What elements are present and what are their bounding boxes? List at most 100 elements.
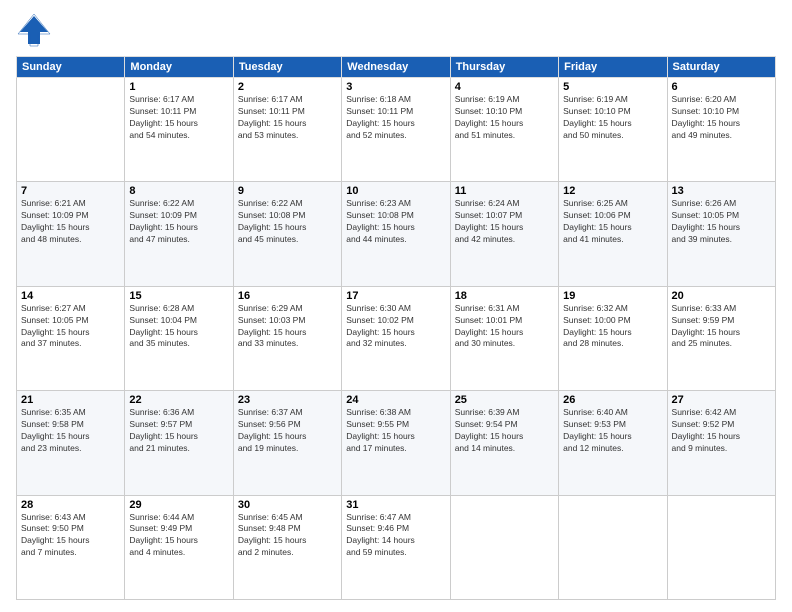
day-info: Sunrise: 6:20 AM Sunset: 10:10 PM Daylig… [672, 94, 771, 142]
calendar-cell: 3Sunrise: 6:18 AM Sunset: 10:11 PM Dayli… [342, 78, 450, 182]
day-info: Sunrise: 6:17 AM Sunset: 10:11 PM Daylig… [129, 94, 228, 142]
day-number: 18 [455, 290, 554, 302]
day-info: Sunrise: 6:43 AM Sunset: 9:50 PM Dayligh… [21, 512, 120, 560]
logo [16, 12, 56, 48]
day-number: 2 [238, 81, 337, 93]
day-info: Sunrise: 6:23 AM Sunset: 10:08 PM Daylig… [346, 198, 445, 246]
day-info: Sunrise: 6:25 AM Sunset: 10:06 PM Daylig… [563, 198, 662, 246]
day-number: 11 [455, 185, 554, 197]
day-number: 20 [672, 290, 771, 302]
day-number: 6 [672, 81, 771, 93]
calendar-cell: 29Sunrise: 6:44 AM Sunset: 9:49 PM Dayli… [125, 495, 233, 599]
calendar-week-row: 28Sunrise: 6:43 AM Sunset: 9:50 PM Dayli… [17, 495, 776, 599]
calendar-cell: 28Sunrise: 6:43 AM Sunset: 9:50 PM Dayli… [17, 495, 125, 599]
day-number: 9 [238, 185, 337, 197]
calendar-week-row: 21Sunrise: 6:35 AM Sunset: 9:58 PM Dayli… [17, 391, 776, 495]
day-number: 22 [129, 394, 228, 406]
day-info: Sunrise: 6:37 AM Sunset: 9:56 PM Dayligh… [238, 407, 337, 455]
day-info: Sunrise: 6:33 AM Sunset: 9:59 PM Dayligh… [672, 303, 771, 351]
calendar-cell: 27Sunrise: 6:42 AM Sunset: 9:52 PM Dayli… [667, 391, 775, 495]
weekday-header-monday: Monday [125, 57, 233, 78]
weekday-header-saturday: Saturday [667, 57, 775, 78]
day-number: 7 [21, 185, 120, 197]
day-number: 1 [129, 81, 228, 93]
calendar-cell: 8Sunrise: 6:22 AM Sunset: 10:09 PM Dayli… [125, 182, 233, 286]
calendar-page: SundayMondayTuesdayWednesdayThursdayFrid… [0, 0, 792, 612]
day-info: Sunrise: 6:40 AM Sunset: 9:53 PM Dayligh… [563, 407, 662, 455]
day-number: 25 [455, 394, 554, 406]
calendar-cell: 10Sunrise: 6:23 AM Sunset: 10:08 PM Dayl… [342, 182, 450, 286]
day-number: 21 [21, 394, 120, 406]
day-number: 5 [563, 81, 662, 93]
weekday-header-tuesday: Tuesday [233, 57, 341, 78]
day-info: Sunrise: 6:21 AM Sunset: 10:09 PM Daylig… [21, 198, 120, 246]
calendar-cell: 1Sunrise: 6:17 AM Sunset: 10:11 PM Dayli… [125, 78, 233, 182]
day-number: 24 [346, 394, 445, 406]
calendar-cell: 20Sunrise: 6:33 AM Sunset: 9:59 PM Dayli… [667, 286, 775, 390]
calendar-cell: 30Sunrise: 6:45 AM Sunset: 9:48 PM Dayli… [233, 495, 341, 599]
day-info: Sunrise: 6:22 AM Sunset: 10:09 PM Daylig… [129, 198, 228, 246]
calendar-cell: 11Sunrise: 6:24 AM Sunset: 10:07 PM Dayl… [450, 182, 558, 286]
calendar-cell: 9Sunrise: 6:22 AM Sunset: 10:08 PM Dayli… [233, 182, 341, 286]
day-number: 10 [346, 185, 445, 197]
day-info: Sunrise: 6:47 AM Sunset: 9:46 PM Dayligh… [346, 512, 445, 560]
day-info: Sunrise: 6:39 AM Sunset: 9:54 PM Dayligh… [455, 407, 554, 455]
calendar-header-row: SundayMondayTuesdayWednesdayThursdayFrid… [17, 57, 776, 78]
calendar-cell [17, 78, 125, 182]
calendar-cell: 6Sunrise: 6:20 AM Sunset: 10:10 PM Dayli… [667, 78, 775, 182]
day-number: 29 [129, 499, 228, 511]
calendar-cell: 5Sunrise: 6:19 AM Sunset: 10:10 PM Dayli… [559, 78, 667, 182]
calendar-cell [667, 495, 775, 599]
calendar-cell: 16Sunrise: 6:29 AM Sunset: 10:03 PM Dayl… [233, 286, 341, 390]
calendar-cell [559, 495, 667, 599]
day-number: 26 [563, 394, 662, 406]
logo-icon [16, 12, 52, 48]
day-number: 28 [21, 499, 120, 511]
calendar-cell: 13Sunrise: 6:26 AM Sunset: 10:05 PM Dayl… [667, 182, 775, 286]
day-number: 30 [238, 499, 337, 511]
day-info: Sunrise: 6:42 AM Sunset: 9:52 PM Dayligh… [672, 407, 771, 455]
day-info: Sunrise: 6:31 AM Sunset: 10:01 PM Daylig… [455, 303, 554, 351]
day-number: 4 [455, 81, 554, 93]
day-number: 3 [346, 81, 445, 93]
day-info: Sunrise: 6:36 AM Sunset: 9:57 PM Dayligh… [129, 407, 228, 455]
calendar-cell [450, 495, 558, 599]
day-number: 31 [346, 499, 445, 511]
day-info: Sunrise: 6:28 AM Sunset: 10:04 PM Daylig… [129, 303, 228, 351]
day-number: 17 [346, 290, 445, 302]
day-number: 27 [672, 394, 771, 406]
calendar-cell: 4Sunrise: 6:19 AM Sunset: 10:10 PM Dayli… [450, 78, 558, 182]
day-number: 19 [563, 290, 662, 302]
weekday-header-friday: Friday [559, 57, 667, 78]
calendar-cell: 18Sunrise: 6:31 AM Sunset: 10:01 PM Dayl… [450, 286, 558, 390]
calendar-cell: 17Sunrise: 6:30 AM Sunset: 10:02 PM Dayl… [342, 286, 450, 390]
day-number: 14 [21, 290, 120, 302]
calendar-cell: 15Sunrise: 6:28 AM Sunset: 10:04 PM Dayl… [125, 286, 233, 390]
day-number: 8 [129, 185, 228, 197]
calendar-cell: 2Sunrise: 6:17 AM Sunset: 10:11 PM Dayli… [233, 78, 341, 182]
day-info: Sunrise: 6:27 AM Sunset: 10:05 PM Daylig… [21, 303, 120, 351]
day-number: 16 [238, 290, 337, 302]
weekday-header-wednesday: Wednesday [342, 57, 450, 78]
day-info: Sunrise: 6:32 AM Sunset: 10:00 PM Daylig… [563, 303, 662, 351]
calendar-cell: 25Sunrise: 6:39 AM Sunset: 9:54 PM Dayli… [450, 391, 558, 495]
calendar-cell: 22Sunrise: 6:36 AM Sunset: 9:57 PM Dayli… [125, 391, 233, 495]
calendar-week-row: 7Sunrise: 6:21 AM Sunset: 10:09 PM Dayli… [17, 182, 776, 286]
day-number: 23 [238, 394, 337, 406]
day-info: Sunrise: 6:19 AM Sunset: 10:10 PM Daylig… [563, 94, 662, 142]
day-info: Sunrise: 6:45 AM Sunset: 9:48 PM Dayligh… [238, 512, 337, 560]
weekday-header-sunday: Sunday [17, 57, 125, 78]
calendar-cell: 7Sunrise: 6:21 AM Sunset: 10:09 PM Dayli… [17, 182, 125, 286]
calendar-cell: 19Sunrise: 6:32 AM Sunset: 10:00 PM Dayl… [559, 286, 667, 390]
day-info: Sunrise: 6:38 AM Sunset: 9:55 PM Dayligh… [346, 407, 445, 455]
day-info: Sunrise: 6:24 AM Sunset: 10:07 PM Daylig… [455, 198, 554, 246]
weekday-header-thursday: Thursday [450, 57, 558, 78]
calendar-cell: 21Sunrise: 6:35 AM Sunset: 9:58 PM Dayli… [17, 391, 125, 495]
header [16, 12, 776, 48]
day-info: Sunrise: 6:26 AM Sunset: 10:05 PM Daylig… [672, 198, 771, 246]
day-info: Sunrise: 6:30 AM Sunset: 10:02 PM Daylig… [346, 303, 445, 351]
day-info: Sunrise: 6:19 AM Sunset: 10:10 PM Daylig… [455, 94, 554, 142]
calendar-cell: 23Sunrise: 6:37 AM Sunset: 9:56 PM Dayli… [233, 391, 341, 495]
calendar-table: SundayMondayTuesdayWednesdayThursdayFrid… [16, 56, 776, 600]
calendar-week-row: 1Sunrise: 6:17 AM Sunset: 10:11 PM Dayli… [17, 78, 776, 182]
